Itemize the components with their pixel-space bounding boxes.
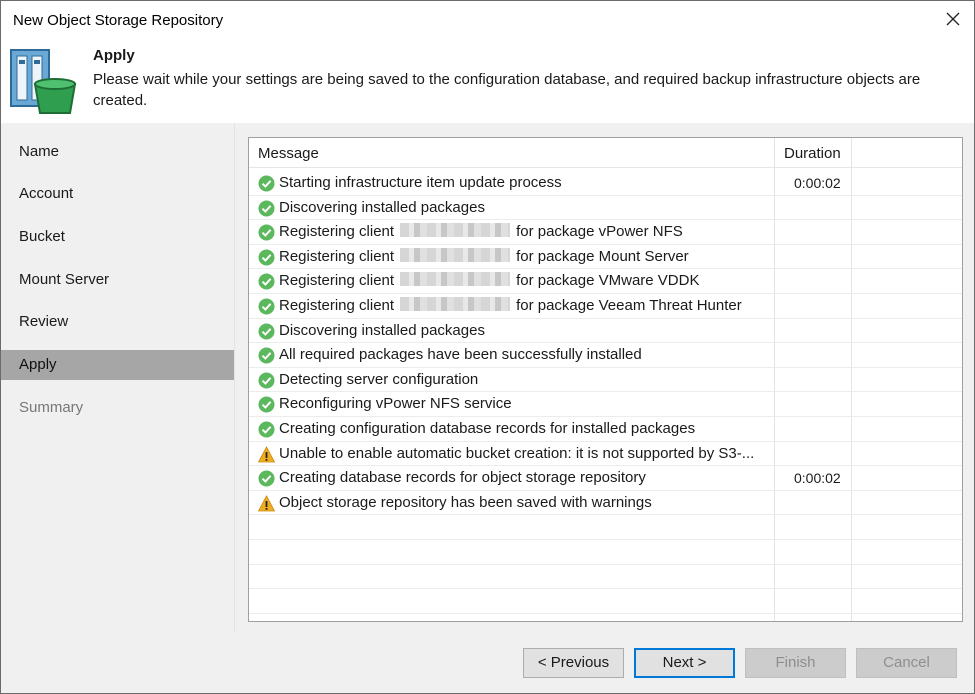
warning-triangle-icon xyxy=(257,494,276,512)
object-storage-repository-icon xyxy=(10,49,77,114)
previous-button[interactable]: < Previous xyxy=(523,648,624,678)
sidebar-item-review[interactable]: Review xyxy=(1,307,234,337)
row-message-suffix: for package Veeam Threat Hunter xyxy=(516,297,742,314)
redacted-hostname xyxy=(400,223,511,238)
row-message-suffix: for package VMware VDDK xyxy=(516,272,700,290)
sidebar-divider xyxy=(234,123,235,633)
row-message: Unable to enable automatic bucket creati… xyxy=(279,444,755,462)
row-message: Creating configuration database records … xyxy=(279,420,696,437)
finish-button: Finish xyxy=(745,648,846,678)
check-circle-icon xyxy=(258,470,275,487)
row-duration: 0:00:02 xyxy=(794,175,841,191)
window-title: New Object Storage Repository xyxy=(13,12,224,29)
table-row[interactable]: Creating configuration database records … xyxy=(249,417,962,442)
row-message-suffix: for package Mount Server xyxy=(516,247,689,265)
close-button[interactable] xyxy=(938,5,968,33)
message-column-header[interactable]: Message xyxy=(258,138,319,168)
table-row[interactable]: Detecting server configuration xyxy=(249,368,962,393)
step-description: Please wait while your settings are bein… xyxy=(93,71,921,109)
check-circle-icon xyxy=(258,372,275,389)
grid-header: Message Duration xyxy=(249,138,962,168)
redacted-hostname xyxy=(400,247,511,262)
table-row[interactable]: All required packages have been successf… xyxy=(249,343,962,368)
close-icon xyxy=(946,12,960,26)
duration-column-header[interactable]: Duration xyxy=(784,138,841,168)
wizard-body: Name Account Bucket Mount Server Review … xyxy=(1,123,974,633)
table-row[interactable]: Unable to enable automatic bucket creati… xyxy=(249,442,962,467)
sidebar-item-name[interactable]: Name xyxy=(1,137,234,167)
wizard-header: Apply Please wait while your settings ar… xyxy=(1,39,974,123)
warning-triangle-icon xyxy=(257,445,276,463)
sidebar-item-summary: Summary xyxy=(19,399,84,416)
sidebar-item-bucket[interactable]: Bucket xyxy=(1,222,234,252)
row-message: Detecting server configuration xyxy=(279,370,479,388)
table-row[interactable]: Creating database records for object sto… xyxy=(249,466,962,491)
empty-row xyxy=(249,565,962,590)
table-row[interactable]: Discovering installed packages xyxy=(249,319,962,344)
check-circle-icon xyxy=(258,347,275,364)
table-row[interactable]: Discovering installed packages xyxy=(249,196,962,221)
next-button[interactable]: Next > xyxy=(634,648,735,678)
wizard-footer: < Previous Next > Finish Cancel xyxy=(1,633,974,693)
table-row[interactable]: Starting infrastructure item update proc… xyxy=(249,171,962,196)
row-message: Registering client for package Veeam Thre… xyxy=(279,297,742,314)
table-row[interactable]: Registering client for package VMware VDD… xyxy=(249,269,962,294)
row-message-prefix: Registering client xyxy=(279,223,395,241)
sidebar-item-mount-server[interactable]: Mount Server xyxy=(1,265,234,295)
row-message: Registering client for package VMware VDD… xyxy=(279,272,699,289)
check-circle-icon xyxy=(258,249,275,266)
row-message: Discovering installed packages xyxy=(279,198,485,216)
table-row[interactable]: Registering client for package Mount Serv… xyxy=(249,245,962,270)
empty-row xyxy=(249,515,962,540)
row-message: Discovering installed packages xyxy=(279,321,485,339)
redacted-hostname xyxy=(400,297,511,311)
check-circle-icon xyxy=(258,175,275,192)
check-circle-icon xyxy=(258,298,275,315)
table-row[interactable]: Object storage repository has been saved… xyxy=(249,491,962,516)
check-circle-icon xyxy=(258,396,275,413)
row-message-prefix: Registering client xyxy=(279,247,395,265)
row-duration: 0:00:02 xyxy=(794,470,841,487)
title-bar: New Object Storage Repository xyxy=(1,1,974,39)
check-circle-icon xyxy=(258,200,275,217)
check-circle-icon xyxy=(258,224,275,241)
row-message-prefix: Registering client xyxy=(279,297,395,314)
row-message: Registering client for package vPower NFS xyxy=(279,223,683,240)
check-circle-icon xyxy=(258,273,275,290)
wizard-steps-sidebar: Name Account Bucket Mount Server Review … xyxy=(1,123,234,633)
check-circle-icon xyxy=(258,323,275,340)
sidebar-item-apply[interactable]: Apply xyxy=(1,350,234,380)
table-row[interactable]: Registering client for package Veeam Thre… xyxy=(249,294,962,319)
step-title: Apply xyxy=(93,47,135,64)
row-message-prefix: Registering client xyxy=(279,272,395,290)
check-circle-icon xyxy=(258,421,275,438)
empty-row xyxy=(249,589,962,614)
empty-row xyxy=(249,540,962,565)
row-message: Registering client for package Mount Serv… xyxy=(279,247,689,265)
table-row[interactable]: Registering client for package vPower NFS xyxy=(249,220,962,245)
row-message: Starting infrastructure item update proc… xyxy=(279,174,562,191)
progress-log-grid[interactable]: Message Duration Starting infrastructure… xyxy=(248,137,963,622)
table-row[interactable]: Reconfiguring vPower NFS service xyxy=(249,392,962,417)
empty-row xyxy=(249,614,962,621)
wizard-window: New Object Storage Repository Apply Plea… xyxy=(0,0,975,694)
sidebar-item-account[interactable]: Account xyxy=(1,179,234,209)
row-message: All required packages have been successf… xyxy=(279,346,642,364)
row-message: Object storage repository has been saved… xyxy=(279,493,652,511)
cancel-button: Cancel xyxy=(856,648,957,678)
row-message: Reconfiguring vPower NFS service xyxy=(279,395,512,413)
row-message: Creating database records for object sto… xyxy=(279,469,646,487)
redacted-hostname xyxy=(400,272,511,287)
row-message-suffix: for package vPower NFS xyxy=(516,223,683,241)
